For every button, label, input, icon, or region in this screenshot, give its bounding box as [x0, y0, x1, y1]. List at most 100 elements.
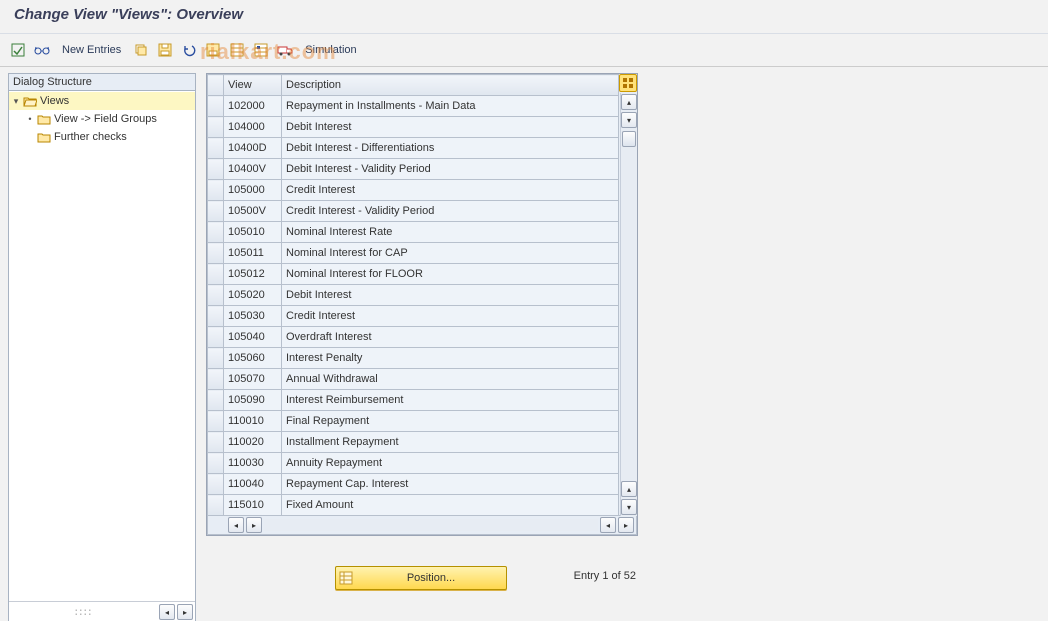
- table-row[interactable]: 110030Annuity Repayment: [208, 453, 637, 474]
- table-row[interactable]: 115010Fixed Amount: [208, 495, 637, 516]
- cell-description[interactable]: Interest Penalty: [282, 348, 619, 369]
- save2-icon[interactable]: [203, 40, 223, 60]
- cell-view[interactable]: 104000: [224, 117, 282, 138]
- simulation-button[interactable]: Simulation: [299, 40, 362, 60]
- cell-view[interactable]: 105090: [224, 390, 282, 411]
- cell-description[interactable]: Interest Reimbursement: [282, 390, 619, 411]
- row-selector[interactable]: [208, 201, 224, 222]
- scroll-down2-button[interactable]: ▾: [621, 499, 637, 515]
- row-selector[interactable]: [208, 117, 224, 138]
- table-row[interactable]: 110020Installment Repayment: [208, 432, 637, 453]
- col-description-header[interactable]: Description: [282, 75, 619, 96]
- table-row[interactable]: 105000Credit Interest: [208, 180, 637, 201]
- cell-view[interactable]: 105040: [224, 327, 282, 348]
- cell-view[interactable]: 105011: [224, 243, 282, 264]
- tree-node-field-groups[interactable]: • View -> Field Groups: [9, 110, 195, 128]
- row-selector[interactable]: [208, 243, 224, 264]
- scroll-right2-button[interactable]: ▸: [618, 517, 634, 533]
- cell-view[interactable]: 110010: [224, 411, 282, 432]
- row-selector[interactable]: [208, 432, 224, 453]
- table-row[interactable]: 104000Debit Interest: [208, 117, 637, 138]
- cell-description[interactable]: Installment Repayment: [282, 432, 619, 453]
- configure-columns-button[interactable]: [619, 74, 637, 92]
- transport-icon[interactable]: [275, 40, 295, 60]
- row-selector[interactable]: [208, 369, 224, 390]
- table-row[interactable]: 10500VCredit Interest - Validity Period: [208, 201, 637, 222]
- cell-view[interactable]: 110040: [224, 474, 282, 495]
- row-selector[interactable]: [208, 138, 224, 159]
- cell-description[interactable]: Annual Withdrawal: [282, 369, 619, 390]
- table-row[interactable]: 105060Interest Penalty: [208, 348, 637, 369]
- cell-view[interactable]: 10500V: [224, 201, 282, 222]
- cell-view[interactable]: 105020: [224, 285, 282, 306]
- cell-description[interactable]: Nominal Interest for FLOOR: [282, 264, 619, 285]
- scroll-right-button[interactable]: ▸: [177, 604, 193, 620]
- table-row[interactable]: 110040Repayment Cap. Interest: [208, 474, 637, 495]
- tree-node-further-checks[interactable]: Further checks: [9, 128, 195, 146]
- hscroll-track[interactable]: [264, 519, 598, 531]
- cell-view[interactable]: 105010: [224, 222, 282, 243]
- table-row[interactable]: 105012Nominal Interest for FLOOR: [208, 264, 637, 285]
- table-row[interactable]: 105011Nominal Interest for CAP: [208, 243, 637, 264]
- cell-view[interactable]: 105012: [224, 264, 282, 285]
- cell-description[interactable]: Annuity Repayment: [282, 453, 619, 474]
- undo-icon[interactable]: [179, 40, 199, 60]
- table-row[interactable]: 102000Repayment in Installments - Main D…: [208, 96, 637, 117]
- table-row[interactable]: 105090Interest Reimbursement: [208, 390, 637, 411]
- row-selector[interactable]: [208, 306, 224, 327]
- glasses-icon[interactable]: [32, 40, 52, 60]
- cell-description[interactable]: Debit Interest: [282, 117, 619, 138]
- row-selector[interactable]: [208, 159, 224, 180]
- row-selector[interactable]: [208, 474, 224, 495]
- cell-description[interactable]: Debit Interest - Differentiations: [282, 138, 619, 159]
- vscroll-track[interactable]: [621, 129, 637, 480]
- row-selector[interactable]: [208, 453, 224, 474]
- cell-description[interactable]: Fixed Amount: [282, 495, 619, 516]
- cell-description[interactable]: Credit Interest: [282, 306, 619, 327]
- cell-view[interactable]: 105000: [224, 180, 282, 201]
- row-selector-header[interactable]: [208, 75, 224, 96]
- new-entries-button[interactable]: New Entries: [56, 40, 127, 60]
- cell-view[interactable]: 102000: [224, 96, 282, 117]
- row-selector[interactable]: [208, 180, 224, 201]
- scroll-left-button[interactable]: ◂: [228, 517, 244, 533]
- row-selector[interactable]: [208, 285, 224, 306]
- cell-description[interactable]: Nominal Interest Rate: [282, 222, 619, 243]
- cell-view[interactable]: 10400V: [224, 159, 282, 180]
- position-button[interactable]: Position...: [335, 566, 507, 590]
- row-selector[interactable]: [208, 264, 224, 285]
- scroll-up-button[interactable]: ▴: [621, 94, 637, 110]
- row-selector[interactable]: [208, 495, 224, 516]
- cell-description[interactable]: Credit Interest: [282, 180, 619, 201]
- cell-view[interactable]: 10400D: [224, 138, 282, 159]
- row-selector[interactable]: [208, 327, 224, 348]
- select-all-icon[interactable]: [227, 40, 247, 60]
- table-row[interactable]: 105030Credit Interest: [208, 306, 637, 327]
- row-selector[interactable]: [208, 348, 224, 369]
- table-row[interactable]: 105020Debit Interest: [208, 285, 637, 306]
- cell-description[interactable]: Credit Interest - Validity Period: [282, 201, 619, 222]
- deselect-all-icon[interactable]: [251, 40, 271, 60]
- table-row[interactable]: 105070Annual Withdrawal: [208, 369, 637, 390]
- save-icon[interactable]: [155, 40, 175, 60]
- cell-description[interactable]: Nominal Interest for CAP: [282, 243, 619, 264]
- cell-view[interactable]: 110020: [224, 432, 282, 453]
- table-row[interactable]: 105010Nominal Interest Rate: [208, 222, 637, 243]
- scroll-down-button[interactable]: ▾: [621, 112, 637, 128]
- table-row[interactable]: 110010Final Repayment: [208, 411, 637, 432]
- row-selector[interactable]: [208, 390, 224, 411]
- col-view-header[interactable]: View: [224, 75, 282, 96]
- cell-description[interactable]: Debit Interest: [282, 285, 619, 306]
- copy-icon[interactable]: [131, 40, 151, 60]
- expand-icon[interactable]: [8, 40, 28, 60]
- cell-view[interactable]: 105070: [224, 369, 282, 390]
- row-selector[interactable]: [208, 411, 224, 432]
- cell-description[interactable]: Repayment Cap. Interest: [282, 474, 619, 495]
- cell-description[interactable]: Debit Interest - Validity Period: [282, 159, 619, 180]
- cell-view[interactable]: 110030: [224, 453, 282, 474]
- cell-view[interactable]: 105030: [224, 306, 282, 327]
- collapse-icon[interactable]: ▾: [11, 96, 21, 106]
- cell-view[interactable]: 115010: [224, 495, 282, 516]
- row-selector[interactable]: [208, 96, 224, 117]
- table-row[interactable]: 105040Overdraft Interest: [208, 327, 637, 348]
